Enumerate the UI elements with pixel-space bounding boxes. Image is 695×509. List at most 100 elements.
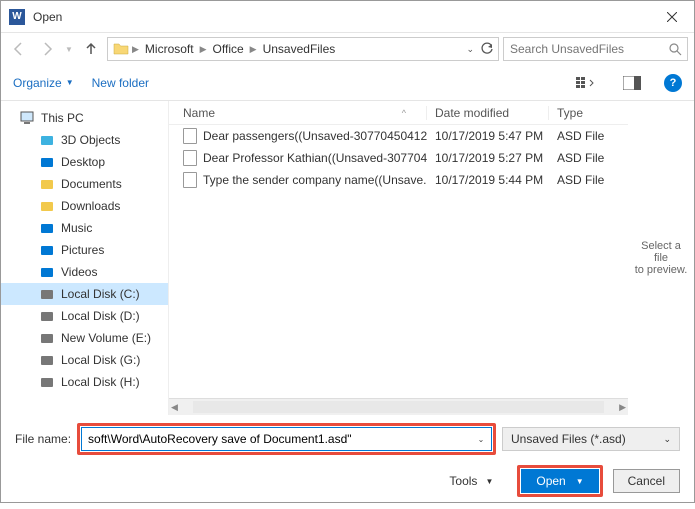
cancel-button[interactable]: Cancel: [613, 469, 680, 493]
tree-item[interactable]: Music: [1, 217, 168, 239]
view-mode-button[interactable]: [572, 71, 600, 95]
folder-icon: [39, 330, 55, 346]
folder-icon: [39, 154, 55, 170]
refresh-icon[interactable]: [480, 42, 494, 56]
tree-label: Local Disk (C:): [61, 287, 140, 301]
tree-label: Documents: [61, 177, 122, 191]
chevron-down-icon: ▼: [66, 78, 74, 87]
sort-indicator-icon: ^: [402, 108, 406, 118]
nav-forward-button[interactable]: [35, 37, 59, 61]
window-close-button[interactable]: [649, 2, 694, 32]
address-bar[interactable]: ▶ Microsoft ▶ Office ▶ UnsavedFiles ⌄: [107, 37, 499, 61]
tree-item-this-pc[interactable]: This PC: [1, 107, 168, 129]
preview-pane-button[interactable]: [618, 71, 646, 95]
column-header-name[interactable]: Name ^: [169, 106, 427, 120]
tree-label: Local Disk (G:): [61, 353, 140, 367]
folder-icon: [39, 198, 55, 214]
breadcrumb-item[interactable]: Microsoft: [141, 42, 198, 56]
tree-label: Pictures: [61, 243, 104, 257]
file-list-pane: Name ^ Date modified Type Dear passenger…: [169, 101, 628, 415]
filename-dropdown-icon[interactable]: ⌄: [471, 428, 491, 450]
folder-icon: [39, 286, 55, 302]
nav-recent-dropdown[interactable]: ▼: [63, 37, 75, 61]
document-icon: [183, 172, 197, 188]
breadcrumb-item[interactable]: Office: [209, 42, 248, 56]
search-box[interactable]: [503, 37, 688, 61]
tree-label: Desktop: [61, 155, 105, 169]
word-app-icon: W: [9, 9, 25, 25]
tree-item[interactable]: Downloads: [1, 195, 168, 217]
tree-item[interactable]: Videos: [1, 261, 168, 283]
window-title: Open: [33, 10, 649, 24]
folder-icon: [39, 352, 55, 368]
address-dropdown-icon[interactable]: ⌄: [462, 44, 478, 55]
file-name: Dear Professor Kathian((Unsaved-307704..…: [203, 151, 427, 165]
folder-icon: [39, 176, 55, 192]
tree-label: This PC: [41, 111, 84, 125]
scrollbar-track[interactable]: [193, 401, 604, 413]
search-icon: [669, 43, 682, 56]
open-split-dropdown-icon[interactable]: ▼: [576, 477, 584, 486]
search-input[interactable]: [510, 42, 665, 56]
column-header-type[interactable]: Type: [549, 106, 628, 120]
filename-label: File name:: [15, 432, 71, 446]
tree-label: 3D Objects: [61, 133, 120, 147]
filter-label: Unsaved Files (*.asd): [511, 432, 626, 446]
nav-back-button[interactable]: [7, 37, 31, 61]
dialog-body: This PC 3D Objects Desktop Documents Downlo…: [1, 101, 694, 415]
navigation-tree[interactable]: This PC 3D Objects Desktop Documents Downlo…: [1, 101, 169, 415]
help-icon[interactable]: ?: [664, 74, 682, 92]
folder-icon: [39, 132, 55, 148]
folder-icon: [39, 242, 55, 258]
file-type-filter[interactable]: Unsaved Files (*.asd) ⌄: [502, 427, 680, 451]
file-row[interactable]: Dear passengers((Unsaved-307704504126...…: [169, 125, 628, 147]
file-row[interactable]: Type the sender company name((Unsave...1…: [169, 169, 628, 191]
open-label: Open: [536, 474, 565, 488]
preview-text: to preview.: [635, 264, 688, 276]
file-type: ASD File: [549, 151, 628, 165]
column-header-date[interactable]: Date modified: [427, 106, 549, 120]
new-folder-button[interactable]: New folder: [92, 76, 149, 90]
chevron-down-icon: ▼: [485, 477, 493, 486]
nav-up-button[interactable]: [79, 37, 103, 61]
tree-item[interactable]: Pictures: [1, 239, 168, 261]
tree-item[interactable]: New Volume (E:): [1, 327, 168, 349]
tree-label: Local Disk (D:): [61, 309, 140, 323]
file-name: Dear passengers((Unsaved-307704504126...: [203, 129, 427, 143]
tree-item[interactable]: 3D Objects: [1, 129, 168, 151]
filename-input[interactable]: [81, 427, 492, 451]
file-row[interactable]: Dear Professor Kathian((Unsaved-307704..…: [169, 147, 628, 169]
breadcrumb-sep-icon: ▶: [200, 44, 207, 55]
tools-menu[interactable]: Tools ▼: [449, 474, 493, 488]
tree-label: Local Disk (H:): [61, 375, 140, 389]
toolbar: Organize ▼ New folder ?: [1, 65, 694, 101]
open-button[interactable]: Open ▼: [521, 469, 598, 493]
file-date: 10/17/2019 5:27 PM: [427, 151, 549, 165]
window-titlebar: W Open: [1, 1, 694, 33]
file-list[interactable]: Dear passengers((Unsaved-307704504126...…: [169, 125, 628, 398]
file-type: ASD File: [549, 129, 628, 143]
breadcrumb-item[interactable]: UnsavedFiles: [259, 42, 340, 56]
preview-text: Select a file: [634, 240, 688, 264]
scroll-left-icon[interactable]: ◀: [171, 402, 178, 413]
organize-menu[interactable]: Organize ▼: [13, 76, 74, 90]
tree-item[interactable]: Local Disk (C:): [1, 283, 168, 305]
column-headers[interactable]: Name ^ Date modified Type: [169, 101, 628, 125]
tree-item[interactable]: Local Disk (H:): [1, 371, 168, 393]
horizontal-scrollbar[interactable]: ◀ ▶: [169, 398, 628, 415]
column-label: Name: [183, 106, 215, 120]
organize-label: Organize: [13, 76, 62, 90]
document-icon: [183, 128, 197, 144]
folder-icon: [39, 220, 55, 236]
tree-item[interactable]: Local Disk (G:): [1, 349, 168, 371]
breadcrumb-sep-icon: ▶: [132, 44, 139, 55]
tree-item[interactable]: Local Disk (D:): [1, 305, 168, 327]
dialog-footer: File name: ⌄ Unsaved Files (*.asd) ⌄ Too…: [1, 415, 694, 509]
chevron-down-icon: ⌄: [663, 434, 671, 445]
preview-pane: Select a file to preview.: [628, 101, 694, 415]
folder-icon: [39, 308, 55, 324]
scroll-right-icon[interactable]: ▶: [619, 402, 626, 413]
tree-item[interactable]: Documents: [1, 173, 168, 195]
folder-icon: [39, 374, 55, 390]
tree-item[interactable]: Desktop: [1, 151, 168, 173]
